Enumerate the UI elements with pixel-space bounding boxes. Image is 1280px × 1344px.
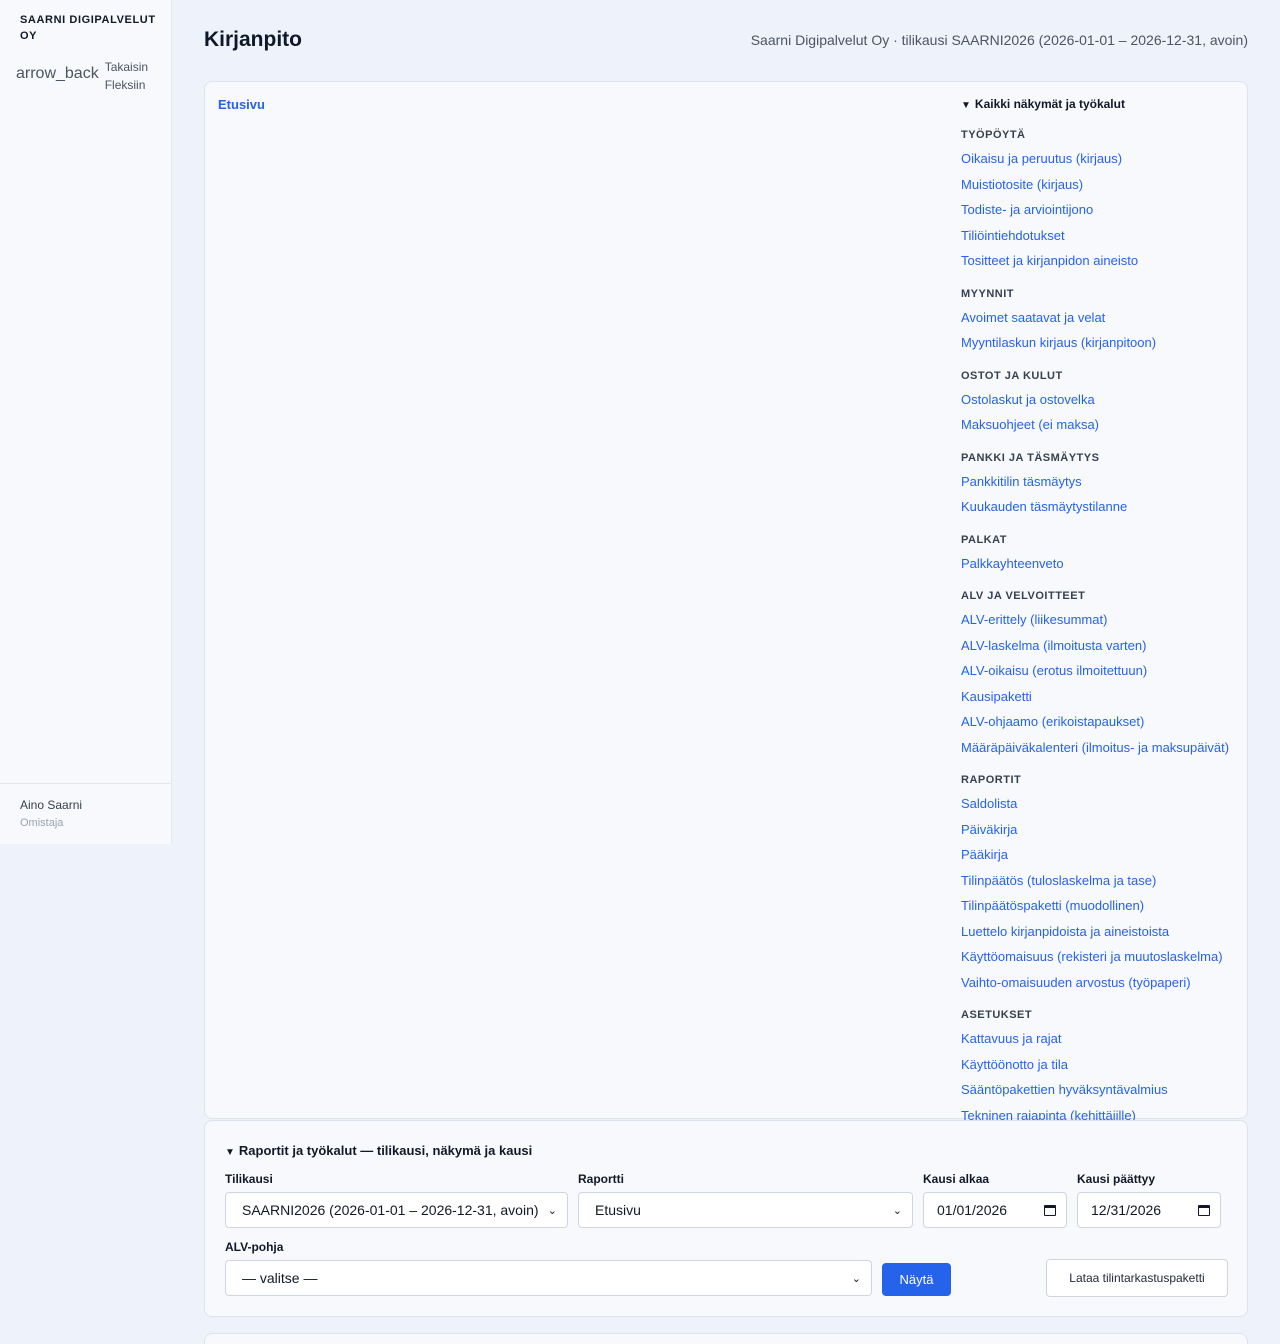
- period-end-value: 12/31/2026: [1091, 1202, 1162, 1218]
- nav-group-heading: PANKKI JA TÄSMÄYTYS: [961, 451, 1100, 464]
- nav-groups: TYÖPÖYTÄ Oikaisu ja peruutus (kirjaus) Mui…: [961, 128, 1246, 1132]
- nav-link[interactable]: Pääkirja: [961, 846, 1246, 872]
- calendar-icon[interactable]: [1044, 1204, 1056, 1216]
- back-to-fleksi-link[interactable]: arrow_back Takaisin Fleksiin: [16, 58, 157, 94]
- chevron-down-icon: ⌄: [851, 1272, 861, 1285]
- report-value: Etusivu: [595, 1202, 641, 1218]
- nav-group-heading: RAPORTIT: [961, 774, 1022, 786]
- nav-link[interactable]: Kattavuus ja rajat: [961, 1030, 1246, 1056]
- nav-group-heading: OSTOT JA KULUT: [961, 369, 1063, 382]
- main-panel: Etusivu ▼ Kaikki näkymät ja työkalut TYÖP…: [204, 81, 1248, 1123]
- vat-basis-value: — valitse —: [242, 1270, 318, 1286]
- period-end-input[interactable]: 12/31/2026: [1077, 1192, 1221, 1228]
- sidebar: SAARNI DIGIPALVELUT OY arrow_back Takais…: [0, 0, 172, 844]
- period-start-value: 01/01/2026: [937, 1202, 1008, 1218]
- nav-link[interactable]: Ostolaskut ja ostovelka: [961, 391, 1246, 417]
- brand-name: SAARNI DIGIPALVELUT OY: [20, 14, 156, 42]
- nav-group-heading: TYÖPÖYTÄ: [961, 129, 1026, 141]
- triangle-down-icon: ▼: [225, 1147, 235, 1158]
- show-button[interactable]: Näytä: [882, 1263, 951, 1296]
- nav-link[interactable]: Muistiotosite (kirjaus): [961, 176, 1246, 202]
- arrow-back-icon: arrow_back: [16, 65, 99, 82]
- nav-link[interactable]: ALV-laskelma (ilmoitusta varten): [961, 637, 1246, 663]
- nav-link[interactable]: ALV-erittely (liikesummat): [961, 611, 1246, 637]
- nav-link[interactable]: Käyttöönotto ja tila: [961, 1056, 1246, 1082]
- nav-group-heading: ALV JA VELVOITTEET: [961, 590, 1086, 602]
- nav-link[interactable]: ALV-ohjaamo (erikoistapaukset): [961, 713, 1246, 739]
- nav-link[interactable]: Määräpäiväkalenteri (ilmoitus- ja maksup…: [961, 739, 1246, 765]
- triangle-down-icon: ▼: [961, 100, 971, 111]
- fiscal-period-value: SAARNI2026 (2026-01-01 – 2026-12-31, avo…: [242, 1202, 539, 1218]
- period-start-label: Kausi alkaa: [923, 1172, 990, 1186]
- next-panel: [204, 1333, 1248, 1344]
- calendar-icon[interactable]: [1198, 1204, 1210, 1216]
- all-views-label: Kaikki näkymät ja työkalut: [974, 97, 1125, 111]
- nav-link[interactable]: ALV-oikaisu (erotus ilmoitettuun): [961, 662, 1246, 688]
- download-audit-package-button[interactable]: Lataa tilintarkastuspaketti: [1046, 1259, 1228, 1297]
- nav-link[interactable]: Käyttöomaisuus (rekisteri ja muutoslaske…: [961, 948, 1246, 974]
- page-title: Kirjanpito: [204, 28, 302, 51]
- nav-group-heading: ASETUKSET: [961, 1009, 1033, 1021]
- tools-panel: ▼ Raportit ja työkalut — tilikausi, näkym…: [204, 1120, 1248, 1317]
- nav-link[interactable]: Vaihto-omaisuuden arvostus (työpaperi): [961, 974, 1246, 1000]
- nav-group-heading: PALKAT: [961, 533, 1007, 546]
- all-views-toggle[interactable]: ▼ Kaikki näkymät ja työkalut: [961, 96, 1246, 114]
- chevron-down-icon: ⌄: [547, 1204, 557, 1217]
- nav-link[interactable]: Tositteet ja kirjanpidon aineisto: [961, 252, 1246, 278]
- tools-toggle[interactable]: ▼ Raportit ja työkalut — tilikausi, näkym…: [225, 1143, 532, 1158]
- all-views-menu: ▼ Kaikki näkymät ja työkalut TYÖPÖYTÄ Oika…: [961, 96, 1246, 1132]
- chevron-down-icon: ⌄: [892, 1204, 902, 1217]
- breadcrumb-home[interactable]: Etusivu: [218, 97, 265, 112]
- nav-link[interactable]: Tiliöintiehdotukset: [961, 227, 1246, 253]
- user-info: Aino Saarni Omistaja: [0, 783, 171, 844]
- vat-basis-label: ALV-pohja: [225, 1240, 284, 1254]
- back-link-label: Takaisin Fleksiin: [104, 60, 149, 92]
- fiscal-context: Saarni Digipalvelut Oy · tilikausi SAARN…: [750, 32, 1248, 48]
- tools-summary-label: Raportit ja työkalut — tilikausi, näkymä…: [238, 1143, 533, 1158]
- fiscal-period-label: Tilikausi: [225, 1172, 273, 1186]
- report-label: Raportti: [578, 1172, 624, 1186]
- period-end-label: Kausi päättyy: [1077, 1172, 1156, 1186]
- nav-link[interactable]: Sääntöpakettien hyväksyntävalmius: [961, 1081, 1246, 1107]
- nav-link[interactable]: Kausipaketti: [961, 688, 1246, 714]
- user-name: Aino Saarni: [20, 798, 83, 812]
- nav-link[interactable]: Avoimet saatavat ja velat: [961, 309, 1246, 335]
- nav-link[interactable]: Tilinpäätös (tuloslaskelma ja tase): [961, 872, 1246, 898]
- nav-link[interactable]: Todiste- ja arviointijono: [961, 201, 1246, 227]
- nav-link[interactable]: Myyntilaskun kirjaus (kirjanpitoon): [961, 334, 1246, 360]
- nav-link[interactable]: Tilinpäätöspaketti (muodollinen): [961, 897, 1246, 923]
- nav-link[interactable]: Luettelo kirjanpidoista ja aineistoista: [961, 923, 1246, 949]
- nav-link[interactable]: Päiväkirja: [961, 821, 1246, 847]
- vat-basis-select[interactable]: — valitse — ⌄: [225, 1260, 872, 1296]
- nav-link[interactable]: Oikaisu ja peruutus (kirjaus): [961, 150, 1246, 176]
- period-start-input[interactable]: 01/01/2026: [923, 1192, 1067, 1228]
- nav-group-heading: MYYNNIT: [961, 287, 1014, 300]
- nav-link[interactable]: Pankkitilin täsmäytys: [961, 473, 1246, 499]
- nav-link[interactable]: Maksuohjeet (ei maksa): [961, 416, 1246, 442]
- nav-link[interactable]: Saldolista: [961, 795, 1246, 821]
- fiscal-period-select[interactable]: SAARNI2026 (2026-01-01 – 2026-12-31, avo…: [225, 1192, 568, 1228]
- user-role: Omistaja: [20, 817, 64, 829]
- report-select[interactable]: Etusivu ⌄: [578, 1192, 913, 1228]
- nav-link[interactable]: Palkkayhteenveto: [961, 555, 1246, 581]
- nav-link[interactable]: Kuukauden täsmäytystilanne: [961, 498, 1246, 524]
